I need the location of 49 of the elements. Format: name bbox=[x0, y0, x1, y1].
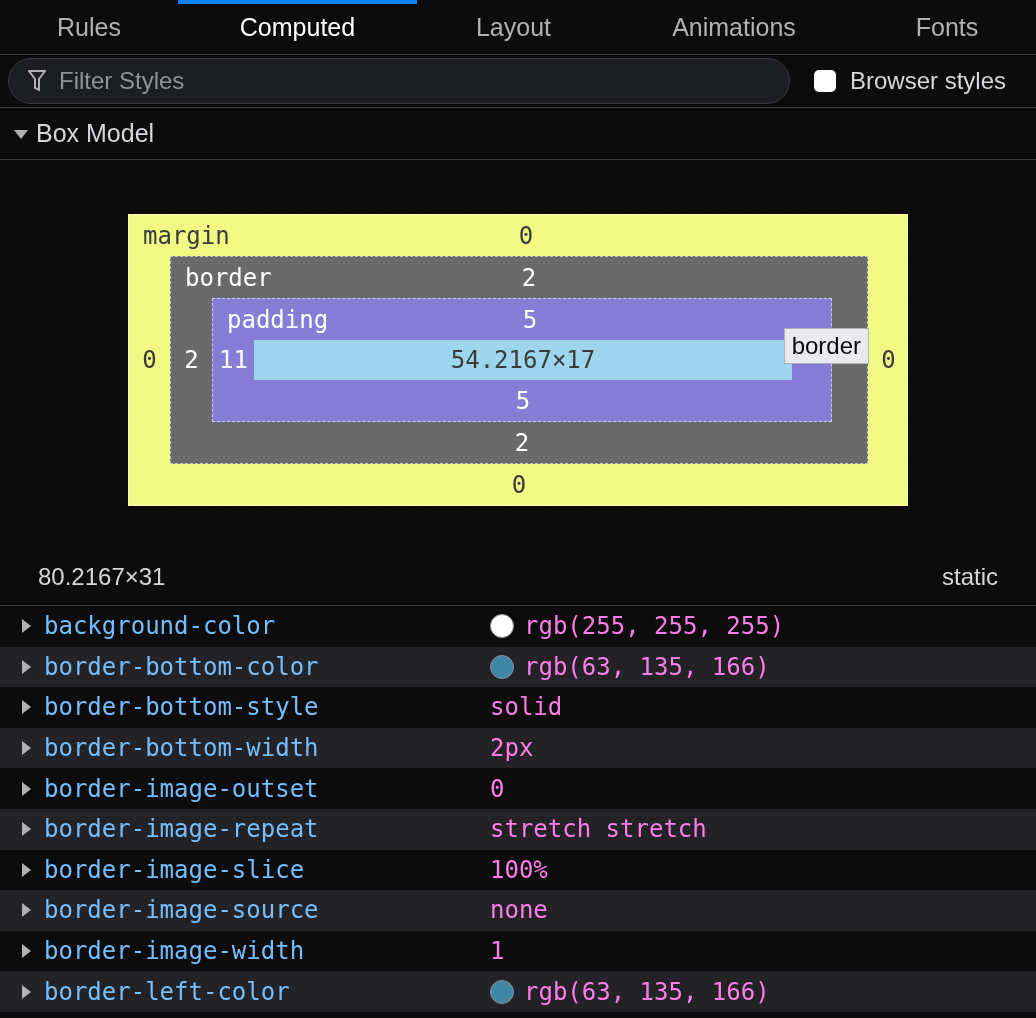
box-value: 0 bbox=[511, 470, 527, 499]
filter-icon bbox=[28, 70, 46, 92]
property-value: solid bbox=[490, 693, 563, 722]
filter-field[interactable]: Filter Styles bbox=[8, 58, 790, 104]
element-size: 80.2167×31 bbox=[38, 563, 166, 591]
property-name: background-color bbox=[44, 612, 277, 641]
box-value: 2 bbox=[521, 263, 537, 292]
browser-styles-checkbox[interactable]: Browser styles bbox=[814, 67, 1007, 95]
property-name: border-image-repeat bbox=[44, 815, 320, 844]
property-value: rgb(63, 135, 166) bbox=[524, 652, 770, 681]
section-title[interactable]: Box Model bbox=[36, 119, 155, 148]
box-value: 2 bbox=[184, 346, 199, 374]
box-label: margin bbox=[143, 221, 230, 250]
tab[interactable]: Computed bbox=[178, 0, 417, 54]
property-value: none bbox=[490, 896, 548, 925]
color-swatch[interactable] bbox=[490, 979, 514, 1004]
box-label: padding bbox=[227, 305, 329, 334]
position-value: static bbox=[942, 563, 998, 591]
property-value: 100% bbox=[490, 855, 548, 884]
property-name: border-bottom-color bbox=[44, 652, 320, 681]
property-name: border-image-width bbox=[44, 937, 306, 966]
property-value: stretch stretch bbox=[490, 815, 707, 844]
box-value: 5 bbox=[522, 305, 538, 334]
tab[interactable]: Layout bbox=[417, 0, 610, 54]
property-name: border-image-source bbox=[44, 896, 320, 925]
color-swatch[interactable] bbox=[490, 654, 514, 679]
tab[interactable]: Rules bbox=[0, 0, 178, 54]
box-value: 2 bbox=[514, 428, 530, 457]
tooltip: border bbox=[783, 328, 869, 364]
property-value: rgb(63, 135, 166) bbox=[524, 977, 770, 1006]
property-value: 1 bbox=[490, 937, 505, 966]
property-value: 2px bbox=[490, 734, 534, 763]
box-value: 0 bbox=[142, 346, 157, 374]
property-name: border-image-slice bbox=[44, 855, 306, 884]
tab[interactable]: Animations bbox=[610, 0, 858, 54]
property-name: border-image-outset bbox=[44, 774, 320, 803]
property-name: border-left-color bbox=[44, 977, 291, 1006]
box-value: 0 bbox=[881, 346, 896, 374]
content-size: 54.2167×17 bbox=[254, 340, 792, 380]
property-name: border-bottom-style bbox=[44, 693, 320, 722]
property-name: border-bottom-width bbox=[44, 734, 320, 763]
box-value: 5 bbox=[515, 386, 531, 415]
box-value: 0 bbox=[518, 221, 534, 250]
property-value: rgb(255, 255, 255) bbox=[524, 612, 785, 641]
color-swatch[interactable] bbox=[490, 614, 514, 639]
box-label: border bbox=[185, 263, 272, 292]
box-value: 11 bbox=[219, 346, 248, 374]
tab[interactable]: Fonts bbox=[858, 0, 1036, 54]
property-value: 0 bbox=[490, 774, 505, 803]
